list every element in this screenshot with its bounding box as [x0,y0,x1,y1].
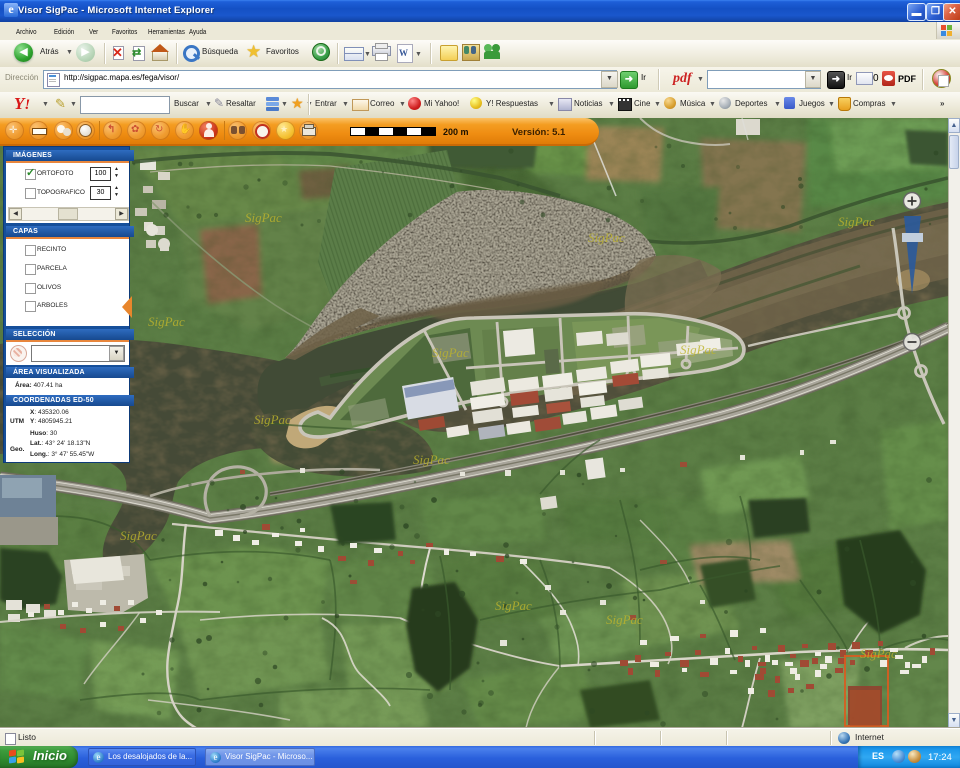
svg-text:SigPac: SigPac [860,646,897,661]
svg-text:SigPac: SigPac [413,452,450,467]
svg-text:SigPac: SigPac [495,598,532,613]
svg-text:SigPac: SigPac [838,214,875,229]
svg-text:SigPac: SigPac [606,612,643,627]
svg-text:SigPac: SigPac [148,314,185,329]
svg-text:SigPac: SigPac [432,345,469,360]
svg-text:SigPac: SigPac [120,528,157,543]
svg-text:SigPac: SigPac [588,230,625,245]
svg-text:SigPac: SigPac [254,412,291,427]
svg-text:SigPac: SigPac [245,210,282,225]
svg-text:SigPac: SigPac [680,342,717,357]
